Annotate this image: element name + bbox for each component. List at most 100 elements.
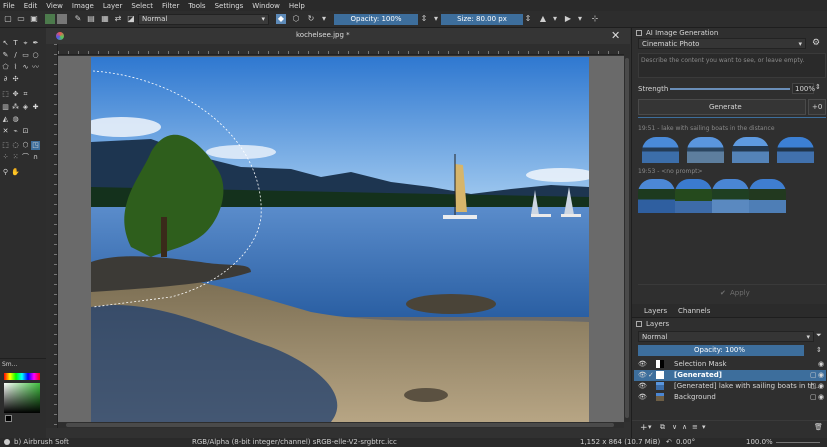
history-thumbnail[interactable] bbox=[777, 137, 814, 163]
preset-chooser-icon[interactable]: ▦ bbox=[100, 14, 110, 24]
polygon-tool-icon[interactable]: ⬠ bbox=[1, 63, 10, 72]
zoom-tool-icon[interactable]: ⚲ bbox=[1, 168, 10, 177]
pan-tool-icon[interactable]: ✋ bbox=[11, 168, 20, 177]
move-down-icon[interactable]: ∨ bbox=[672, 423, 677, 431]
freehand-path-icon[interactable]: 〰 bbox=[31, 63, 40, 72]
menu-file[interactable]: File bbox=[3, 2, 15, 10]
foreground-color-swatch[interactable] bbox=[5, 415, 12, 422]
menu-filter[interactable]: Filter bbox=[162, 2, 179, 10]
multibrush-icon[interactable]: ✣ bbox=[11, 75, 20, 84]
zoom-value[interactable]: 100.0% bbox=[746, 438, 773, 447]
dynamic-brush-icon[interactable]: ∂ bbox=[1, 75, 10, 84]
scroll-thumb[interactable] bbox=[625, 58, 629, 418]
menu-select[interactable]: Select bbox=[131, 2, 153, 10]
colorize-mask-icon[interactable]: ◈ bbox=[21, 103, 30, 112]
strength-slider[interactable] bbox=[670, 88, 790, 90]
wrap-around-icon[interactable]: ⊹ bbox=[590, 14, 600, 24]
layer-options-icon[interactable]: ◉ bbox=[818, 392, 824, 403]
mirror-icon[interactable]: ▲ bbox=[538, 14, 548, 24]
hue-strip[interactable] bbox=[4, 373, 40, 380]
layer-options-icon[interactable]: ◉ bbox=[818, 359, 824, 370]
layer-row[interactable]: 👁 Background ▢ ◉ bbox=[634, 392, 826, 403]
eraser-mode-icon[interactable]: ◆ bbox=[276, 14, 286, 24]
polygon-select-icon[interactable]: ⬡ bbox=[21, 141, 30, 150]
reload-preset-icon[interactable]: ↻ bbox=[306, 14, 316, 24]
zoom-slider[interactable] bbox=[776, 442, 820, 443]
magnetic-select-icon[interactable]: ∩ bbox=[31, 153, 40, 162]
ellipse-select-icon[interactable]: ◌ bbox=[11, 141, 20, 150]
strength-field[interactable]: 100% bbox=[792, 83, 815, 94]
brush-preset-icon[interactable]: ✎ bbox=[73, 14, 83, 24]
swap-colors-icon[interactable]: ⇄ bbox=[113, 14, 123, 24]
pattern-swatch[interactable] bbox=[57, 14, 67, 24]
history-thumbnail[interactable] bbox=[675, 179, 712, 213]
document-tab[interactable]: kochelsee.jpg * bbox=[296, 31, 350, 39]
blend-mode-select[interactable]: Normal ▾ bbox=[138, 14, 269, 25]
contiguous-select-icon[interactable]: ⁘ bbox=[1, 153, 10, 162]
enclose-fill-icon[interactable]: ◍ bbox=[11, 115, 20, 124]
assistant-tool-icon[interactable]: ✕ bbox=[1, 127, 10, 136]
menu-image[interactable]: Image bbox=[72, 2, 94, 10]
history-thumbnail[interactable] bbox=[732, 137, 769, 163]
move-tool-icon[interactable]: ✥ bbox=[11, 90, 20, 99]
lock-icon[interactable]: ▢ bbox=[810, 392, 817, 403]
text-tool-icon[interactable]: T bbox=[11, 39, 20, 48]
eye-icon[interactable]: 👁 bbox=[638, 359, 647, 370]
image-canvas[interactable] bbox=[91, 57, 589, 422]
size-slider[interactable]: Size: 80.00 px bbox=[441, 14, 523, 25]
history-thumbnail[interactable] bbox=[638, 179, 675, 213]
history-thumbnail[interactable] bbox=[687, 137, 724, 163]
tab-layers[interactable]: Layers bbox=[644, 307, 667, 315]
settings-gear-icon[interactable]: ⚙ bbox=[812, 38, 820, 48]
calligraphy-icon[interactable]: ✒ bbox=[31, 39, 40, 48]
close-icon[interactable]: ✕ bbox=[611, 29, 620, 42]
add-batch-button[interactable]: +0 bbox=[808, 99, 826, 115]
lock-icon[interactable]: ▢ bbox=[810, 370, 817, 381]
line-tool-icon[interactable]: / bbox=[11, 51, 20, 60]
move-up-icon[interactable]: ∧ bbox=[682, 423, 687, 431]
layer-blend-select[interactable]: Normal ▾ bbox=[638, 331, 814, 342]
filter-icon[interactable]: ⏷ bbox=[816, 331, 822, 340]
vertical-scrollbar[interactable] bbox=[624, 44, 630, 422]
eye-icon[interactable]: 👁 bbox=[638, 392, 647, 403]
gradient-swatch[interactable] bbox=[45, 14, 55, 24]
rectangle-tool-icon[interactable]: ▭ bbox=[21, 51, 30, 60]
menu-edit[interactable]: Edit bbox=[24, 2, 38, 10]
measure-tool-icon[interactable]: ⌁ bbox=[11, 127, 20, 136]
prompt-input[interactable]: Describe the content you want to see, or… bbox=[638, 53, 826, 78]
menu-help[interactable]: Help bbox=[289, 2, 305, 10]
size-stepper-icon[interactable]: ⇕ bbox=[523, 14, 533, 24]
opacity-stepper-icon[interactable]: ⇕ bbox=[419, 14, 429, 24]
history-thumbnail[interactable] bbox=[642, 137, 679, 163]
layer-properties-icon[interactable]: ≡ bbox=[692, 423, 698, 431]
menu-settings[interactable]: Settings bbox=[215, 2, 244, 10]
similar-select-icon[interactable]: ⁙ bbox=[11, 153, 20, 162]
opacity-slider[interactable]: Opacity: 100% bbox=[334, 14, 418, 25]
style-select[interactable]: Cinematic Photo ▾ bbox=[638, 38, 806, 49]
dropdown-icon[interactable]: ▾ bbox=[319, 14, 329, 24]
bezier-tool-icon[interactable]: ∿ bbox=[21, 63, 30, 72]
panel-float-icon[interactable] bbox=[636, 321, 642, 327]
delete-layer-icon[interactable]: 🗑 bbox=[814, 423, 823, 431]
stepper-icon[interactable]: ⇕ bbox=[815, 83, 821, 91]
color-square[interactable] bbox=[4, 383, 40, 413]
brush-tool-icon[interactable]: ✎ bbox=[1, 51, 10, 60]
rect-select-icon[interactable]: ⬚ bbox=[1, 141, 10, 150]
dropdown-icon[interactable]: ▾ bbox=[575, 14, 585, 24]
dropdown-icon[interactable]: ▾ bbox=[431, 14, 441, 24]
reference-tool-icon[interactable]: ⊡ bbox=[21, 127, 30, 136]
add-layer-icon[interactable]: + bbox=[640, 423, 648, 433]
menu-view[interactable]: View bbox=[46, 2, 63, 10]
layer-options-icon[interactable]: ◉ bbox=[818, 381, 824, 392]
rotation-icon[interactable]: ↶ bbox=[666, 438, 672, 447]
freehand-select-icon[interactable]: ◳ bbox=[31, 141, 40, 150]
crop-tool-icon[interactable]: ⌗ bbox=[21, 90, 30, 99]
save-icon[interactable]: ▣ bbox=[29, 14, 39, 24]
generate-button[interactable]: Generate bbox=[638, 99, 806, 115]
tab-channels[interactable]: Channels bbox=[678, 307, 710, 315]
dropdown-icon[interactable]: ▾ bbox=[550, 14, 560, 24]
stepper-icon[interactable]: ⇕ bbox=[816, 346, 822, 354]
edit-shapes-icon[interactable]: ⌖ bbox=[21, 39, 30, 48]
layer-row-selected[interactable]: 👁 ✓ [Generated] ▢ ◉ bbox=[634, 370, 826, 381]
eye-icon[interactable]: 👁 bbox=[638, 381, 647, 392]
